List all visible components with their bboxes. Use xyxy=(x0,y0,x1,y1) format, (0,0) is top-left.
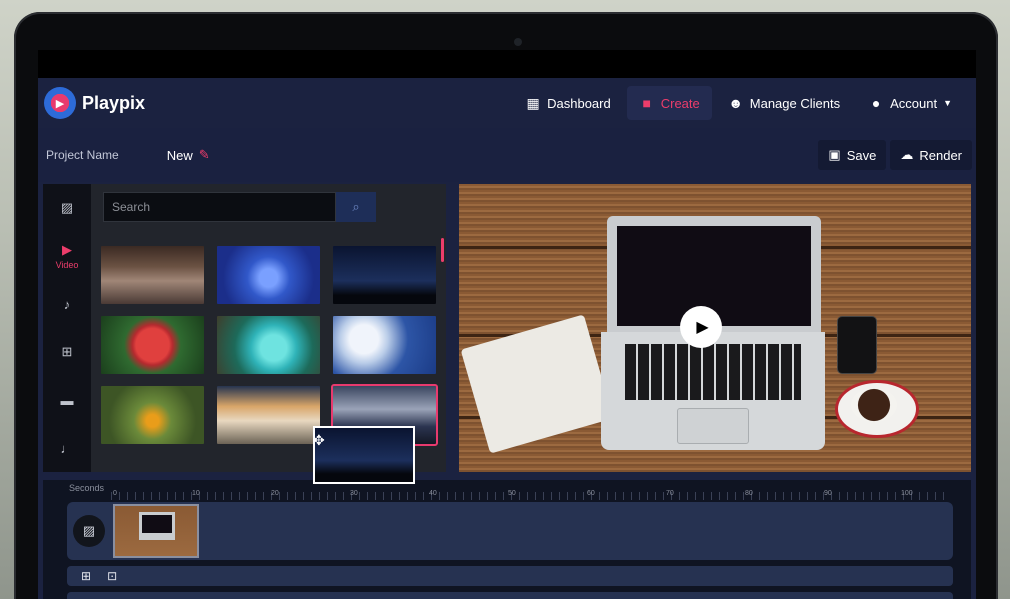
preview-laptop-base xyxy=(601,332,825,450)
brand-logo-icon: ▶ xyxy=(44,87,76,119)
media-thumbnail-turquoise-coast[interactable] xyxy=(217,316,320,374)
render-button[interactable]: ☁ Render xyxy=(890,140,972,170)
ruler-tick-label: 100 xyxy=(901,490,913,497)
add-text-icon[interactable]: ⊡ xyxy=(107,569,117,583)
media-thumbnail-blue-flower[interactable] xyxy=(217,246,320,304)
project-bar: Project Name New ✎ ▣ Save ☁ Render xyxy=(38,128,976,182)
timeline-seconds-label: Seconds xyxy=(69,483,105,493)
pencil-icon[interactable]: ✎ xyxy=(199,147,210,163)
ruler-tick-label: 10 xyxy=(192,490,200,497)
media-grid xyxy=(101,246,438,446)
sidebar-item-video[interactable]: ▶ Video xyxy=(43,232,91,280)
media-thumbnail-night-sky[interactable] xyxy=(333,246,436,304)
ruler-tick-label: 80 xyxy=(745,490,753,497)
nav-account[interactable]: ● Account ▼ xyxy=(856,86,964,120)
caret-down-icon: ▼ xyxy=(943,98,952,108)
library-scrollbar[interactable] xyxy=(441,238,444,262)
save-button[interactable]: ▣ Save xyxy=(818,140,887,170)
video-icon: ▶ xyxy=(62,242,72,257)
media-thumbnail-snow-sunset[interactable] xyxy=(217,386,320,444)
dragged-media-thumbnail[interactable]: ✥ xyxy=(313,426,415,484)
media-thumbnail-red-rose[interactable] xyxy=(101,316,204,374)
preview-phone xyxy=(837,316,877,374)
dashboard-icon: ▦ xyxy=(526,94,540,111)
clip-thumbnail-laptop xyxy=(139,512,175,540)
editor-main: ▨ ▶ Video ♪ ⊞ ▬ ♩ ⌕ xyxy=(43,184,971,484)
ruler-tick-label: 30 xyxy=(350,490,358,497)
nav-account-label: Account xyxy=(890,95,938,111)
video-preview[interactable]: ▶ xyxy=(459,184,971,472)
media-thumbnail-clouds-aerial[interactable] xyxy=(333,316,436,374)
ruler-tick-label: 60 xyxy=(587,490,595,497)
nav-manage-clients-label: Manage Clients xyxy=(749,95,841,111)
sidebar-item-upload[interactable]: ⊞ xyxy=(43,328,91,376)
navbar: ▶ Playpix ▦ Dashboard ■ Create ☻ Manage … xyxy=(38,78,976,128)
clients-icon: ☻ xyxy=(728,95,744,111)
project-actions: ▣ Save ☁ Render xyxy=(818,140,972,170)
nav-create[interactable]: ■ Create xyxy=(626,86,712,120)
main-nav: ▦ Dashboard ■ Create ☻ Manage Clients ● … xyxy=(513,78,964,128)
move-cursor-icon: ✥ xyxy=(313,432,325,448)
timeline-clip[interactable] xyxy=(113,504,199,558)
media-sidebar: ▨ ▶ Video ♪ ⊞ ▬ ♩ xyxy=(43,184,91,472)
add-media-icon[interactable]: ⊞ xyxy=(81,569,91,583)
music-library-icon: ♪ xyxy=(63,296,71,312)
floppy-disk-icon: ▣ xyxy=(828,147,841,162)
webcam xyxy=(514,38,522,46)
video-camera-icon: ■ xyxy=(642,95,651,111)
user-circle-icon: ● xyxy=(871,95,881,111)
nav-dashboard[interactable]: ▦ Dashboard xyxy=(513,86,623,120)
sidebar-item-music[interactable]: ♪ xyxy=(43,280,91,328)
ruler-tick-label: 40 xyxy=(429,490,437,497)
track-image-button[interactable]: ▨ xyxy=(73,515,105,547)
sidebar-item-folder[interactable]: ▬ xyxy=(43,376,91,424)
render-button-label: Render xyxy=(919,147,962,163)
sidebar-item-video-label: Video xyxy=(55,260,79,270)
overlay-track[interactable]: ⊞ ⊡ xyxy=(67,566,953,586)
image-icon: ▨ xyxy=(82,523,96,538)
preview-trackpad xyxy=(677,408,749,444)
search-button[interactable]: ⌕ xyxy=(336,192,376,222)
cloud-download-icon: ☁ xyxy=(900,147,914,162)
play-icon: ▶ xyxy=(696,319,709,336)
ruler-tick-label: 0 xyxy=(113,490,117,497)
project-name-label: Project Name xyxy=(46,148,119,162)
media-thumbnail-beach-waves[interactable] xyxy=(101,246,204,304)
save-button-label: Save xyxy=(846,147,877,163)
upload-icon: ⊞ xyxy=(61,344,73,359)
nav-manage-clients[interactable]: ☻ Manage Clients xyxy=(716,86,852,120)
microphone-icon: ♩ xyxy=(60,440,74,456)
nav-dashboard-label: Dashboard xyxy=(547,95,611,111)
brand-name: Playpix xyxy=(82,92,146,113)
nav-create-label: Create xyxy=(660,95,700,111)
ruler-tick-label: 50 xyxy=(508,490,516,497)
video-track[interactable]: ▨ xyxy=(67,502,953,560)
top-strip xyxy=(38,50,976,78)
ruler-tick-label: 70 xyxy=(666,490,674,497)
timeline-ruler[interactable]: Seconds 0 10 20 30 40 50 60 70 80 90 100 xyxy=(43,480,971,500)
brand[interactable]: ▶ Playpix xyxy=(44,87,145,119)
sidebar-item-images[interactable]: ▨ xyxy=(43,184,91,232)
media-thumbnail-butterfly[interactable] xyxy=(101,386,204,444)
search-icon: ⌕ xyxy=(352,199,360,214)
audio-track[interactable] xyxy=(67,592,953,599)
preview-coffee-cup xyxy=(851,388,897,422)
search-input[interactable] xyxy=(103,192,336,222)
timeline: Seconds 0 10 20 30 40 50 60 70 80 90 100… xyxy=(43,480,971,599)
folder-icon: ▬ xyxy=(60,392,74,408)
search-row: ⌕ xyxy=(103,192,376,222)
project-name-value[interactable]: New xyxy=(167,148,193,163)
app-screen: ▶ Playpix ▦ Dashboard ■ Create ☻ Manage … xyxy=(38,50,976,599)
image-icon: ▨ xyxy=(60,200,74,215)
preview-keyboard xyxy=(625,344,801,400)
ruler-tick-label: 20 xyxy=(271,490,279,497)
play-button[interactable]: ▶ xyxy=(680,306,722,348)
ruler-tick-label: 90 xyxy=(824,490,832,497)
clip-thumbnail-display xyxy=(142,515,172,533)
sidebar-item-microphone[interactable]: ♩ xyxy=(43,424,91,472)
